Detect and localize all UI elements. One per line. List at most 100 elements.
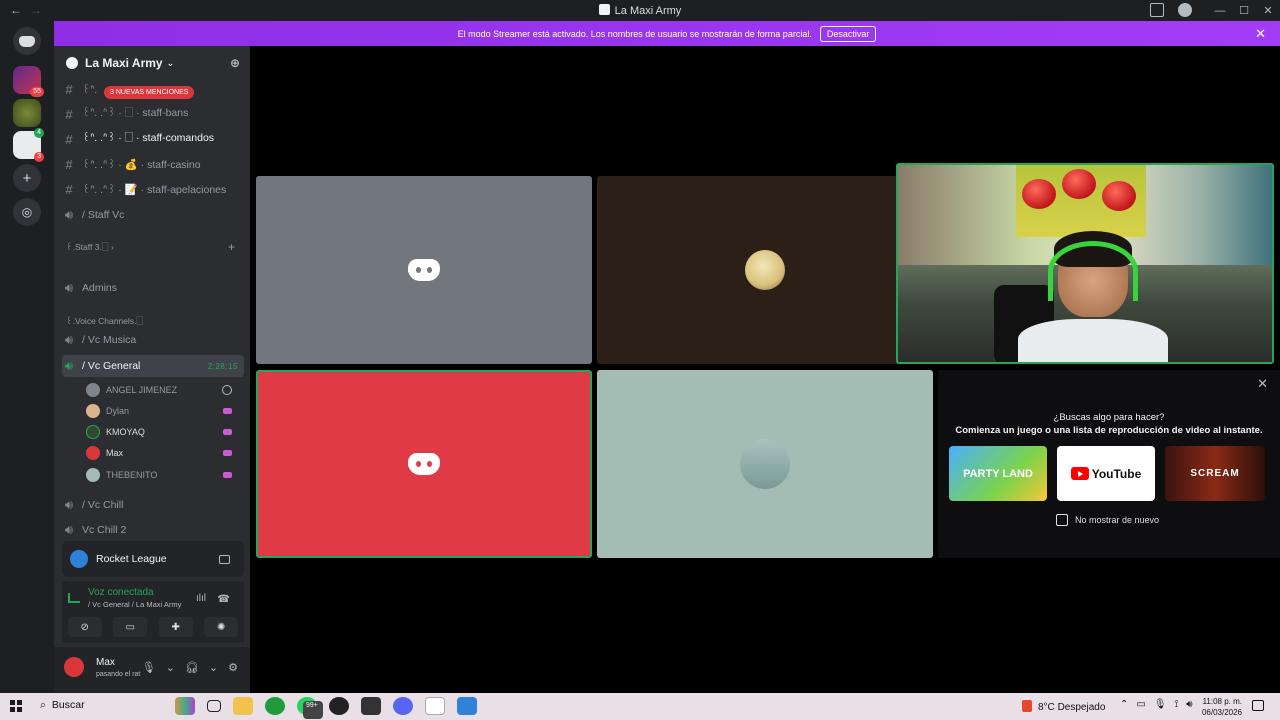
whatsapp-icon[interactable]: 99+ (297, 697, 323, 719)
server-icon (598, 4, 610, 15)
voice-channel-staff-vc[interactable]: 🔊︎ / Staff Vc (62, 204, 244, 226)
dont-show-again-label[interactable]: No mostrar de nuevo (1075, 515, 1159, 525)
close-banner-icon[interactable]: ✕ (1255, 26, 1266, 42)
guild-icon[interactable]: 55 (13, 66, 44, 97)
channel-staff-apelaciones[interactable]: # ꒰ᐢ. .ᐢ꒱ · 📝 · staff-apelaciones (62, 178, 244, 200)
monitor-icon[interactable] (219, 554, 230, 564)
video-tile-speaking[interactable] (256, 370, 592, 558)
window-controls: — ☐ ✕ (1208, 0, 1280, 21)
notepad-icon[interactable] (425, 697, 445, 715)
windows-taskbar: ⌕ Buscar 99+ 8°C Despejado ⌃ ▭ 🎙︎ ⟟ 🔊︎ 11… (0, 693, 1280, 720)
discover-icon[interactable]: ◎ (13, 198, 41, 226)
xbox-app-icon[interactable] (265, 697, 285, 715)
maximize-icon[interactable]: ☐ (1232, 0, 1256, 21)
voice-location[interactable]: / Vc General / La Maxi Army (88, 600, 181, 609)
voice-user[interactable]: Max (86, 443, 238, 463)
gear-icon[interactable]: ⚙︎ (228, 661, 238, 674)
category-staff3[interactable]: ꒰.Staff 3.🗌 › + (66, 240, 235, 256)
youtube-play-icon (1070, 467, 1089, 480)
deactivate-button[interactable]: Desactivar (819, 25, 877, 42)
title-bar: ← → La Maxi Army — ☐ ✕ (0, 0, 1280, 21)
activity-game: Rocket League (96, 553, 167, 565)
epic-icon[interactable] (361, 697, 381, 715)
taskbar-search[interactable]: ⌕ Buscar (40, 699, 85, 712)
activity-card-partyland[interactable]: PARTY LAND (949, 446, 1047, 501)
voice-user[interactable]: Dylan (86, 401, 238, 421)
webcam-stream-tile[interactable] (896, 163, 1274, 364)
headphones-icon[interactable]: 🎧︎ (185, 661, 199, 674)
voice-channel-vc-chill-2[interactable]: 🔊︎ Vc Chill 2 (62, 519, 244, 541)
voice-channel-vc-chill[interactable]: 🔊︎ / Vc Chill (62, 494, 244, 516)
screen-share-icon[interactable]: ▭ (113, 617, 148, 637)
hash-icon: # (65, 156, 73, 172)
invite-user-icon[interactable]: ⊕ (230, 56, 240, 70)
streamer-banner-text: El modo Streamer está activado. Los nomb… (457, 28, 812, 39)
voice-connected-label[interactable]: Voz conectada (88, 587, 154, 598)
chevron-down-icon: ⌄ (166, 57, 175, 68)
activity-card-scream[interactable]: SCREAM (1165, 446, 1265, 501)
close-icon[interactable]: ✕ (1257, 376, 1268, 392)
network-icon[interactable]: ⟟ (1175, 699, 1179, 710)
discord-logo-icon (408, 453, 440, 475)
voice-channel-vc-general[interactable]: 🔊︎ / Vc General 2:28:15 (62, 355, 244, 377)
user-panel: Max pasando el rat 🎙︎ ⌄ 🎧︎ ⌄ ⚙︎ (54, 647, 250, 693)
add-server-icon[interactable]: + (13, 164, 41, 192)
minimize-icon[interactable]: — (1208, 0, 1232, 21)
noise-suppression-icon[interactable]: ılıl (196, 593, 206, 604)
video-tile[interactable] (597, 370, 933, 558)
category-voice-channels[interactable]: ꒰.Voice Channels.🗌 (66, 316, 143, 330)
avatar[interactable] (64, 657, 84, 677)
guild-icon[interactable] (13, 99, 41, 127)
voice-channel-vc-musica[interactable]: 🔊︎ / Vc Musica (62, 329, 244, 351)
system-tray: ⌃ ▭ 🎙︎ ⟟ 🔊︎ (1120, 699, 1193, 710)
activities-icon[interactable]: ✚ (158, 617, 193, 637)
user-controls: 🎙︎ ⌄ 🎧︎ ⌄ ⚙︎ (142, 661, 238, 674)
microphone-icon[interactable]: 🎙︎ (142, 661, 156, 674)
dont-show-again-checkbox[interactable] (1056, 514, 1068, 526)
channel-staff-comandos[interactable]: # ꒰ᐢ. .ᐢ꒱ · 🗌 · staff-comandos (62, 128, 244, 150)
video-tile[interactable] (597, 176, 933, 364)
file-explorer-icon[interactable] (233, 697, 253, 715)
search-icon: ⌕ (40, 699, 46, 711)
chevron-up-icon[interactable]: ⌃ (1120, 699, 1128, 710)
inbox-icon[interactable] (1150, 3, 1164, 17)
server-header[interactable]: La Maxi Army ⌄ ⊕ (54, 46, 250, 80)
discord-taskbar-icon[interactable] (393, 697, 413, 715)
window-title: La Maxi Army (0, 4, 1280, 17)
voice-user[interactable]: THEBENITO (86, 465, 238, 485)
channel-staff-bans[interactable]: # ꒰ᐢ. .ᐢ꒱ · 🗌 · staff-bans (62, 103, 244, 125)
display-icon[interactable]: ▭ (1136, 699, 1145, 710)
home-discord-icon[interactable] (13, 27, 41, 55)
chevron-down-icon[interactable]: ⌄ (209, 661, 218, 674)
new-mentions-badge[interactable]: 3 NUEVAS MENCIONES (104, 86, 195, 99)
activity-card-youtube[interactable]: YouTube (1057, 446, 1155, 501)
video-tile[interactable] (256, 176, 592, 364)
soundboard-icon[interactable]: ✺ (204, 617, 239, 637)
voice-user[interactable]: ANGEL JIMENEZ (86, 380, 238, 400)
channel-staff-casino[interactable]: # ꒰ᐢ. .ᐢ꒱ · 💰 · staff-casino (62, 153, 244, 175)
close-window-icon[interactable]: ✕ (1256, 0, 1280, 21)
rocket-league-taskbar-icon[interactable] (457, 697, 477, 715)
activity-panel[interactable]: Rocket League (62, 541, 244, 577)
add-channel-icon[interactable]: + (228, 240, 235, 254)
disconnect-icon[interactable]: ☎︎ (218, 594, 230, 605)
notifications-icon[interactable] (1252, 700, 1264, 711)
username[interactable]: Max (96, 657, 115, 668)
books-icon[interactable] (175, 697, 195, 715)
voice-user[interactable]: KMOYAQ (86, 422, 238, 442)
weather-widget[interactable]: 8°C Despejado (1022, 700, 1105, 713)
chevron-down-icon[interactable]: ⌄ (166, 661, 175, 674)
clock[interactable]: 11:08 p. m. 06/03/2026 (1200, 696, 1242, 718)
guild-list: 55 3 4 + ◎ (0, 21, 54, 693)
help-icon[interactable] (1178, 3, 1192, 17)
signal-icon[interactable] (68, 593, 80, 603)
camera-off-icon[interactable]: ⊘ (67, 617, 102, 637)
windows-start-icon[interactable] (10, 700, 22, 712)
volume-icon[interactable]: 🔊︎ (1186, 699, 1192, 710)
guild-icon-selected[interactable]: 3 4 (13, 128, 44, 162)
task-view-icon[interactable] (207, 700, 221, 712)
app-icon[interactable] (329, 697, 349, 715)
voice-channel-admins[interactable]: 🔊︎ Admins (62, 277, 244, 299)
speaker-icon: 🔊︎ (64, 497, 74, 512)
mic-tray-icon[interactable]: 🎙︎ (1154, 699, 1167, 710)
